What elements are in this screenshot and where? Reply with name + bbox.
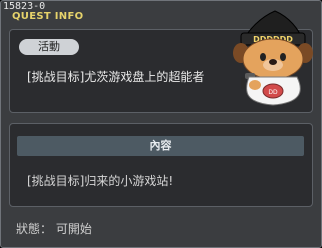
window-title: QUEST INFO xyxy=(12,11,84,22)
content-text: [挑战目标]归来的小游戏站! xyxy=(27,174,174,188)
content-panel: 內容 [挑战目标]归来的小游戏站! xyxy=(9,123,313,207)
quest-info-window: 15823-0 QUEST INFO 活動 [挑战目标]尤茨游戏盘上的超能者 D… xyxy=(0,0,322,248)
npc-portrait: DDDDDD DD xyxy=(233,10,313,106)
content-header: 內容 xyxy=(17,136,304,156)
activity-badge: 活動 xyxy=(19,39,79,55)
svg-text:DD: DD xyxy=(268,89,278,96)
quest-status: 狀態： 可開始 xyxy=(16,222,92,236)
quest-name: [挑战目标]尤茨游戏盘上的超能者 xyxy=(27,70,205,84)
